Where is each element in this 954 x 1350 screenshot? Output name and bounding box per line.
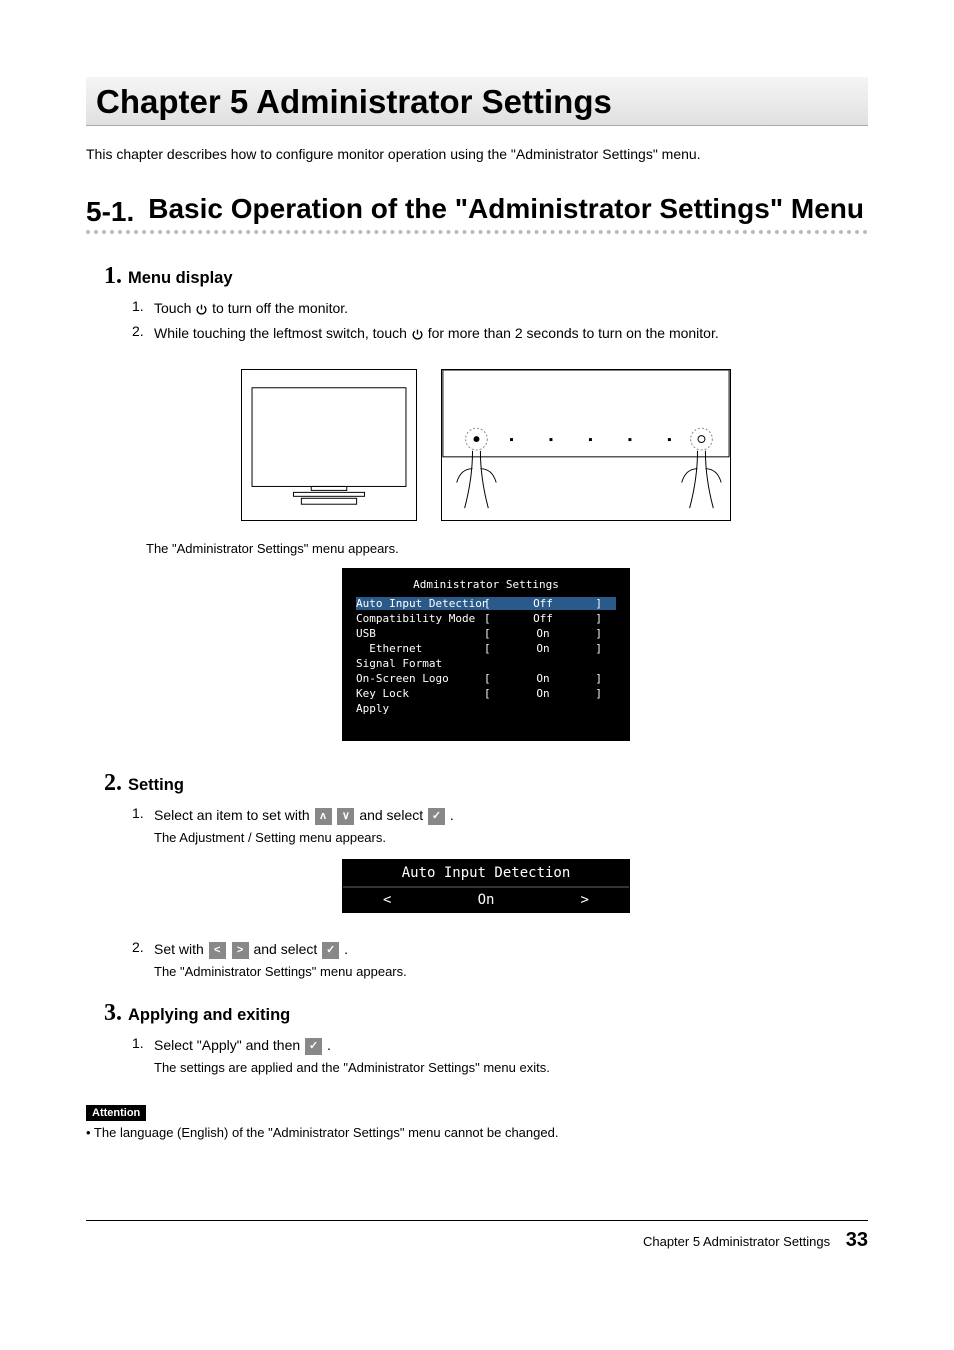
step-1: 1. Menu display 1. Touch to turn off the… [104,264,868,741]
setting-screenshot: Auto Input Detection < On > [342,859,630,913]
menu-row: Auto Input Detection[Off] [356,597,616,610]
list-number: 1. [132,1035,154,1056]
step2-sub1: The Adjustment / Setting menu appears. [154,830,868,845]
menu-row: Signal Format [356,657,616,670]
section-divider [86,230,868,234]
step1-caption: The "Administrator Settings" menu appear… [146,541,868,556]
menu-row: Key Lock[On] [356,687,616,700]
list-number: 2. [132,323,154,344]
menu-row: On-Screen Logo[On] [356,672,616,685]
step-title: Applying and exiting [128,1006,290,1025]
list-number: 1. [132,805,154,826]
menu-row: Compatibility Mode[Off] [356,612,616,625]
text: While touching the leftmost switch, touc… [154,325,411,341]
footer-text: Chapter 5 Administrator Settings [643,1234,830,1249]
menu-row: Apply [356,702,616,715]
section-title: Basic Operation of the "Administrator Se… [148,190,868,228]
text: and select [253,941,321,957]
step3-sub1: The settings are applied and the "Admini… [154,1060,868,1075]
admin-menu-screenshot: Administrator Settings Auto Input Detect… [342,568,630,741]
step3-item1: 1. Select "Apply" and then ✓ . [132,1035,868,1056]
text: Set with [154,941,208,957]
setting-title: Auto Input Detection [343,860,629,886]
text: Select an item to set with [154,807,314,823]
setting-left-arrow: < [383,892,391,908]
diagram-container [104,369,868,521]
power-icon [411,328,424,341]
text: . [450,807,454,823]
step2-sub2: The "Administrator Settings" menu appear… [154,964,868,979]
text: . [327,1037,331,1053]
down-arrow-icon: ∨ [337,808,354,825]
page-footer: Chapter 5 Administrator Settings 33 [86,1220,868,1252]
section-header: 5-1. Basic Operation of the "Administrat… [86,190,868,228]
chapter-title: Chapter 5 Administrator Settings [96,83,612,120]
list-number: 1. [132,298,154,319]
step-title: Menu display [128,269,233,288]
text: and select [359,807,427,823]
menu-row: Ethernet[On] [356,642,616,655]
menu-title: Administrator Settings [356,578,616,591]
setting-value: On [478,892,495,908]
chapter-title-bar: Chapter 5 Administrator Settings [86,77,868,126]
step1-item2: 2. While touching the leftmost switch, t… [132,323,868,344]
attention-text: • The language (English) of the "Adminis… [86,1125,868,1140]
section-number: 5-1. [86,196,134,228]
step-number: 3. [104,1001,122,1025]
step-2: 2. Setting 1. Select an item to set with… [104,771,868,979]
attention-block: Attention • The language (English) of th… [86,1097,868,1140]
attention-label: Attention [86,1105,146,1121]
step-number: 2. [104,771,122,795]
right-arrow-icon: > [232,942,249,959]
text: to turn off the monitor. [212,300,348,316]
chapter-intro: This chapter describes how to configure … [86,146,868,162]
setting-right-arrow: > [581,892,589,908]
step2-item2: 2. Set with < > and select ✓ . [132,939,868,960]
check-icon: ✓ [428,808,445,825]
menu-row: USB[On] [356,627,616,640]
text: . [344,941,348,957]
step-3: 3. Applying and exiting 1. Select "Apply… [104,1001,868,1075]
step-title: Setting [128,776,184,795]
monitor-front-diagram [241,369,417,521]
text: Select "Apply" and then [154,1037,304,1053]
left-arrow-icon: < [209,942,226,959]
monitor-touch-diagram [441,369,731,521]
check-icon: ✓ [305,1038,322,1055]
step2-item1: 1. Select an item to set with ʌ ∨ and se… [132,805,868,826]
text: for more than 2 seconds to turn on the m… [428,325,719,341]
list-number: 2. [132,939,154,960]
up-arrow-icon: ʌ [315,808,332,825]
text: Touch [154,300,195,316]
step1-item1: 1. Touch to turn off the monitor. [132,298,868,319]
page-number: 33 [846,1229,868,1251]
step-number: 1. [104,264,122,288]
power-icon [195,303,208,316]
check-icon: ✓ [322,942,339,959]
